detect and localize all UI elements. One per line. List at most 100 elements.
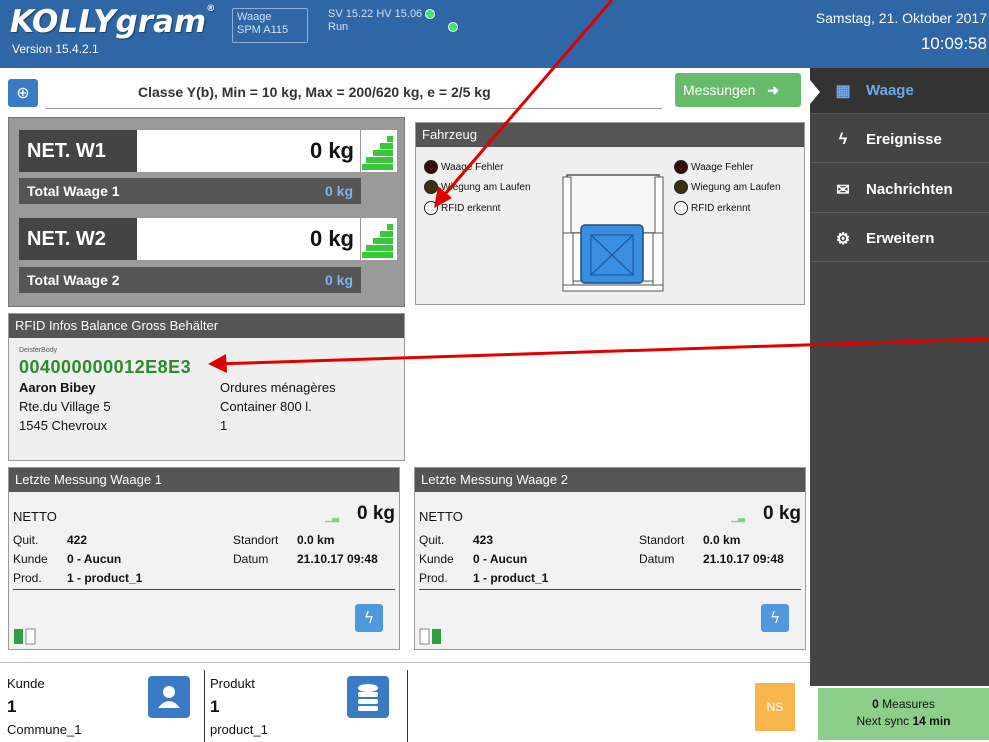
net-w1-value: 0 kg <box>137 130 360 172</box>
datum-label: Datum <box>639 552 675 566</box>
bottom-separator <box>407 670 408 742</box>
kunde-label: Kunde <box>7 676 45 691</box>
last-measurement-waage2: Letzte Messung Waage 2 NETTO 0 kg ▁▃ Qui… <box>414 467 806 650</box>
scale-icon: ▦ <box>835 82 851 100</box>
lamp-label: Waage Fehler <box>441 161 504 173</box>
sidebar: ▦ Waage ϟ Ereignisse ✉ Nachrichten ⚙ Erweite… <box>810 68 989 686</box>
rfid-source: DeisterBody <box>19 347 58 354</box>
sidebar-item-waage[interactable]: ▦ Waage <box>810 68 989 114</box>
container-count: 1 <box>220 418 228 433</box>
rfid-panel: RFID Infos Balance Gross Behälter Deiste… <box>8 313 405 461</box>
quit-label: Quit. <box>13 533 39 547</box>
kunde-label: Kunde <box>419 552 454 566</box>
datum-value: 21.10.17 09:48 <box>703 552 784 566</box>
lamp-label: Wiegung am Laufen <box>441 181 531 193</box>
version-label: Version 15.4.2.1 <box>12 42 99 56</box>
scales-panel: NET. W1 0 kg Total Waage 1 0 kg NET. W2 … <box>8 117 405 307</box>
header-date: Samstag, 21. Oktober 2017 <box>815 10 987 26</box>
netto-value: 0 kg <box>762 503 801 524</box>
messungen-button[interactable]: Messungen ➜ <box>675 73 801 107</box>
datum-label: Datum <box>233 552 269 566</box>
lamp-icon <box>674 160 688 174</box>
header-time: 10:09:58 <box>920 34 987 53</box>
bolt-icon: ϟ <box>769 608 781 627</box>
quit-value: 422 <box>67 533 88 547</box>
sidebar-item-erweitern[interactable]: ⚙ Erweitern <box>810 216 989 262</box>
gears-icon: ⚙ <box>835 230 851 248</box>
quit-label: Quit. <box>419 533 445 547</box>
sidebar-item-label: Nachrichten <box>866 181 953 198</box>
container-type: Container 800 l. <box>220 399 312 414</box>
messungen-label: Messungen <box>683 82 756 98</box>
prod-label: Prod. <box>13 571 42 585</box>
lamp-wiegung-right: Wiegung am Laufen <box>674 180 781 194</box>
envelope-icon: ✉ <box>836 181 850 199</box>
total-waage1-label: Total Waage 1 <box>27 183 120 199</box>
sidebar-item-label: Erweitern <box>866 230 935 247</box>
bins-icon <box>419 628 441 645</box>
customer-street: Rte.du Village 5 <box>19 399 111 414</box>
logo-registered-mark: ® <box>206 4 216 14</box>
datum-value: 21.10.17 09:48 <box>297 552 378 566</box>
total-waage2-label: Total Waage 2 <box>27 272 120 288</box>
sidebar-item-ereignisse[interactable]: ϟ Ereignisse <box>810 117 989 163</box>
quit-value: 423 <box>473 533 494 547</box>
app-header: KOLLYgram® Version 15.4.2.1 Waage SPM A1… <box>0 0 989 68</box>
sync-value: 14 min <box>912 714 951 728</box>
user-icon <box>158 686 180 708</box>
lamp-label: Waage Fehler <box>691 161 754 173</box>
event-button[interactable]: ϟ <box>355 604 383 632</box>
bolt-icon: ϟ <box>363 608 375 627</box>
sidebar-item-nachrichten[interactable]: ✉ Nachrichten <box>810 167 989 213</box>
customer-button[interactable] <box>148 676 190 718</box>
kunde-value: 0 - Aucun <box>67 552 122 566</box>
lamp-icon <box>674 201 688 215</box>
netto-value: 0 kg <box>356 503 395 524</box>
prod-value: 1 - product_1 <box>473 571 549 585</box>
truck-container-icon <box>562 174 664 292</box>
produkt-label: Produkt <box>210 676 255 691</box>
bottom-divider <box>0 662 810 663</box>
status-line2: SPM A115 <box>237 24 289 36</box>
database-icon <box>358 684 378 711</box>
mini-stairs-icon: ▁▃ <box>325 512 339 522</box>
sync-status: 0 Measures Next sync 14 min <box>818 688 989 740</box>
divider <box>419 589 801 590</box>
bins-icon <box>14 628 36 645</box>
kunde-value: 0 - Aucun <box>473 552 528 566</box>
fahrzeug-title: Fahrzeug <box>416 123 804 147</box>
scale-status-box: Waage SPM A115 <box>232 8 308 43</box>
waste-type: Ordures ménagères <box>220 380 336 395</box>
lamp-waage-fehler-left: Waage Fehler <box>424 160 503 174</box>
net-w2-label: NET. W2 <box>19 218 141 260</box>
sv-line1: SV 15.22 HV 15.06 <box>328 8 423 20</box>
run-led-icon <box>448 22 459 33</box>
rfid-tag: 004000000012E8E3 <box>19 357 192 377</box>
lamp-icon <box>424 180 438 194</box>
total-waage1-row: Total Waage 1 0 kg <box>19 178 361 204</box>
event-button[interactable]: ϟ <box>761 604 789 632</box>
last-measurement-waage1: Letzte Messung Waage 1 NETTO 0 kg ▁▃ Qui… <box>8 467 400 650</box>
standort-value: 0.0 km <box>297 533 335 547</box>
zoom-button[interactable]: ⊕ <box>8 79 38 107</box>
logo-text: KOLLYgram <box>10 4 207 40</box>
measures-label: Measures <box>882 697 935 711</box>
status-led-icon <box>425 9 436 20</box>
customer-name: Aaron Bibey <box>19 380 96 395</box>
customer-city: 1545 Chevroux <box>19 418 108 433</box>
last-measurement-title: Letzte Messung Waage 1 <box>9 468 399 492</box>
produkt-value: 1 <box>210 697 220 716</box>
mini-stairs-icon: ▁▃ <box>731 512 745 522</box>
scale-class-info: Classe Y(b), Min = 10 kg, Max = 200/620 … <box>46 79 662 109</box>
software-version-box: SV 15.22 HV 15.06 Run <box>328 8 459 34</box>
arrow-right-icon: ➜ <box>767 82 780 98</box>
net-w1-label: NET. W1 <box>19 130 141 172</box>
lamp-icon <box>424 160 438 174</box>
lamp-label: RFID erkennt <box>441 202 501 214</box>
lamp-wiegung-left: Wiegung am Laufen <box>424 180 531 194</box>
product-button[interactable] <box>347 676 389 718</box>
ns-button[interactable]: NS <box>755 683 795 731</box>
standort-label: Standort <box>639 533 685 547</box>
signal-stairs-icon <box>361 218 397 260</box>
measures-count: 0 <box>872 697 879 711</box>
